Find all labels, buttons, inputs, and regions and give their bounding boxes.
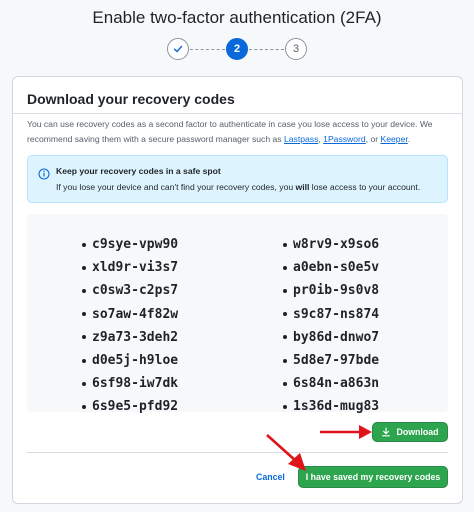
download-button[interactable]: Download — [372, 422, 448, 442]
divider — [13, 113, 462, 114]
recovery-code: c0sw3-c2ps7 — [82, 279, 178, 302]
recovery-codes-card: Download your recovery codes You can use… — [12, 76, 463, 504]
recovery-code: 5d8e7-97bde — [283, 349, 379, 372]
recovery-code: d0e5j-h9loe — [82, 349, 178, 372]
keeper-link[interactable]: Keeper — [381, 134, 408, 144]
divider — [27, 452, 448, 453]
recovery-code: z9a73-3deh2 — [82, 326, 178, 349]
recovery-code: 1s36d-mug83 — [283, 395, 379, 418]
description-end: . — [407, 134, 411, 144]
step-2-active: 2 — [226, 38, 248, 60]
saved-codes-button[interactable]: I have saved my recovery codes — [298, 466, 448, 488]
notice-body-text: lose access to your account. — [309, 182, 421, 192]
notice-body-text: If you lose your device and can't find y… — [56, 182, 296, 192]
recovery-code: 6sf98-iw7dk — [82, 372, 178, 395]
download-icon — [382, 427, 391, 437]
notice-body-emphasis: will — [295, 182, 310, 192]
recovery-code: w8rv9-x9so6 — [283, 233, 379, 256]
codes-column-right: w8rv9-x9so6 a0ebn-s0e5v pr0ib-9s0v8 s9c8… — [283, 233, 379, 419]
safe-spot-notice: Keep your recovery codes in a safe spot … — [27, 155, 448, 203]
recovery-code: s9c87-ns874 — [283, 303, 379, 326]
description: You can use recovery codes as a second f… — [27, 117, 449, 147]
download-label: Download — [396, 427, 439, 437]
codes-column-left: c9sye-vpw90 xld9r-vi3s7 c0sw3-c2ps7 so7a… — [82, 233, 178, 419]
notice-body: If you lose your device and can't find y… — [56, 182, 420, 192]
recovery-code: so7aw-4f82w — [82, 303, 178, 326]
recovery-codes-box: c9sye-vpw90 xld9r-vi3s7 c0sw3-c2ps7 so7a… — [27, 214, 448, 414]
recovery-code: 6s84n-a863n — [283, 372, 379, 395]
card-heading: Download your recovery codes — [27, 91, 235, 107]
recovery-code: pr0ib-9s0v8 — [283, 279, 379, 302]
recovery-code: by86d-dnwo7 — [283, 326, 379, 349]
recovery-code: a0ebn-s0e5v — [283, 256, 379, 279]
step-connector — [190, 49, 225, 50]
recovery-code: xld9r-vi3s7 — [82, 256, 178, 279]
cancel-link[interactable]: Cancel — [256, 472, 285, 482]
step-1-complete — [167, 38, 189, 60]
page-title: Enable two-factor authentication (2FA) — [92, 8, 382, 27]
stepper: 2 3 — [167, 38, 307, 62]
lastpass-link[interactable]: Lastpass — [284, 134, 318, 144]
info-icon — [38, 168, 50, 180]
recovery-code: 6s9e5-pfd92 — [82, 395, 178, 418]
notice-title: Keep your recovery codes in a safe spot — [56, 166, 221, 176]
check-icon — [173, 45, 183, 53]
1password-link[interactable]: 1Password — [323, 134, 366, 144]
separator: , or — [365, 134, 381, 144]
step-connector — [249, 49, 284, 50]
recovery-code: c9sye-vpw90 — [82, 233, 178, 256]
step-3-pending: 3 — [285, 38, 307, 60]
